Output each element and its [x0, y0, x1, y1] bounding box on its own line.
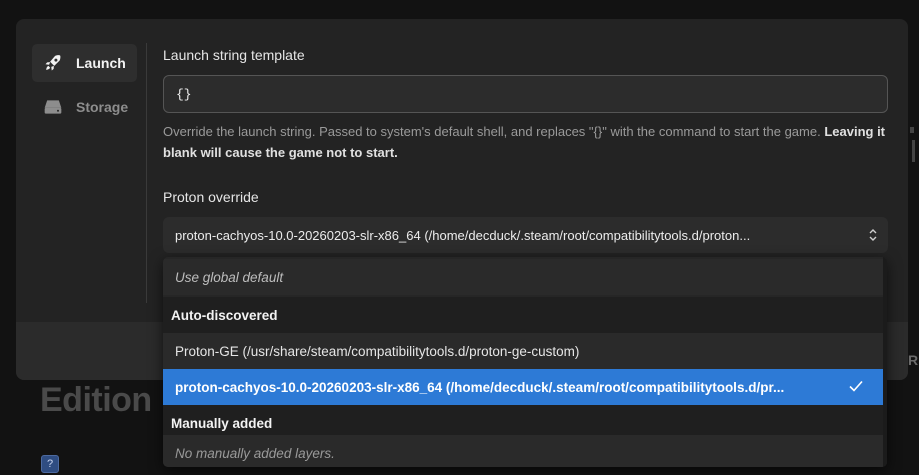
select-chevron-icon	[869, 229, 877, 241]
launch-template-help: Override the launch string. Passed to sy…	[163, 121, 888, 163]
background-scroll-mark	[910, 127, 914, 133]
options-sidebar: Launch Storage	[32, 44, 137, 132]
proton-dropdown-list: Use global default Auto-discovered Proto…	[163, 257, 887, 467]
group-header-auto-discovered: Auto-discovered	[163, 297, 883, 333]
proton-override-label: Proton override	[163, 189, 259, 205]
sidebar-item-launch[interactable]: Launch	[32, 44, 137, 82]
background-help-icon: ?	[41, 455, 59, 473]
sidebar-item-label: Storage	[76, 99, 129, 115]
sidebar-item-storage[interactable]: Storage	[32, 88, 137, 126]
option-label: proton-cachyos-10.0-20260203-slr-x86_64 …	[175, 379, 785, 395]
option-global-default[interactable]: Use global default	[163, 259, 883, 295]
option-proton-ge[interactable]: Proton-GE (/usr/share/steam/compatibilit…	[163, 333, 883, 369]
proton-selected-value: proton-cachyos-10.0-20260203-slr-x86_64 …	[175, 227, 751, 243]
rocket-icon	[42, 52, 64, 74]
sidebar-item-label: Launch	[76, 55, 126, 71]
option-proton-cachyos[interactable]: proton-cachyos-10.0-20260203-slr-x86_64 …	[163, 369, 883, 405]
launch-template-input[interactable]	[163, 75, 888, 113]
dropdown-scrollbar[interactable]	[883, 257, 887, 467]
manual-empty-message: No manually added layers.	[163, 435, 883, 467]
background-page-heading: Edition	[40, 381, 152, 419]
proton-override-select[interactable]: proton-cachyos-10.0-20260203-slr-x86_64 …	[163, 217, 888, 253]
checkmark-icon	[849, 380, 863, 392]
background-scrollbar	[912, 140, 915, 162]
sidebar-divider	[146, 43, 147, 303]
drive-icon	[42, 96, 64, 118]
launch-template-label: Launch string template	[163, 47, 305, 63]
help-text: Override the launch string. Passed to sy…	[163, 124, 825, 139]
background-edge-text: R	[908, 352, 919, 368]
